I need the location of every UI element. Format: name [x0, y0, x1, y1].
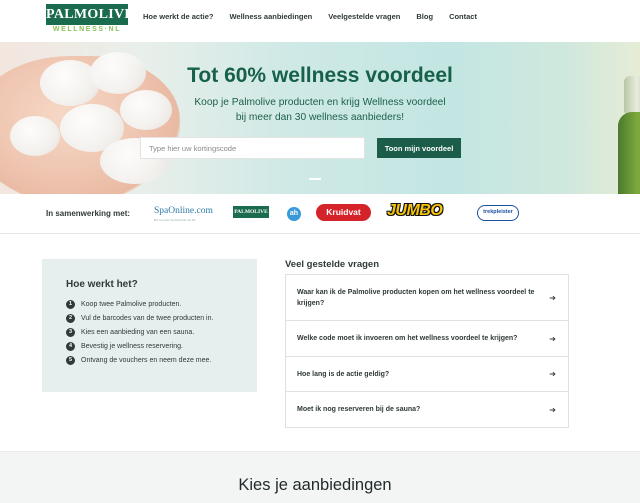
step-number: 5: [66, 355, 75, 365]
how-it-works-title: Hoe werkt het?: [66, 279, 138, 290]
faq-question: Hoe lang is de actie geldig?: [297, 370, 390, 378]
offers-title: Kies je aanbiedingen: [238, 476, 392, 494]
main-nav: Hoe werkt de actie? Wellness aanbiedinge…: [143, 12, 493, 21]
arrow-right-icon: ➔: [549, 369, 556, 379]
hero-subtitle: Koop je Palmolive producten en krijg Wel…: [160, 95, 480, 125]
hero-subtitle-line2: bij meer dan 30 wellness aanbieders!: [235, 112, 405, 123]
step-item: 4 Bevestig je wellness reservering.: [66, 339, 257, 353]
faq-question: Moet ik nog reserveren bij de sauna?: [297, 406, 421, 413]
hero-subtitle-line1: Koop je Palmolive producten en krijg Wel…: [194, 97, 446, 108]
step-text: Vul de barcodes van de twee producten in…: [81, 314, 214, 322]
foam-bubble: [90, 52, 146, 94]
discount-code-input[interactable]: [141, 138, 364, 158]
step-number: 2: [66, 313, 75, 323]
step-text: Koop twee Palmolive producten.: [81, 300, 182, 308]
arrow-right-icon: ➔: [549, 293, 556, 302]
step-item: 2 Vul de barcodes van de twee producten …: [66, 311, 257, 325]
how-it-works-panel: Hoe werkt het? 1 Koop twee Palmolive pro…: [42, 259, 257, 392]
foam-bubble: [10, 116, 60, 156]
nav-link-blog[interactable]: Blog: [416, 12, 433, 21]
step-text: Kies een aanbieding van een sauna.: [81, 328, 195, 336]
partners-label: In samenwerking met:: [46, 209, 131, 218]
jumbo-logo: JUMBO: [387, 202, 443, 219]
nav-link-contact[interactable]: Contact: [449, 12, 477, 21]
kruidvat-logo: Kruidvat: [316, 204, 371, 221]
faq-question: Welke code moet ik invoeren om het welln…: [297, 335, 518, 342]
step-item: 1 Koop twee Palmolive producten.: [66, 297, 257, 311]
offers-section: Kies je aanbiedingen: [0, 451, 640, 503]
partners-strip: In samenwerking met: SpaOnline.com Het G…: [0, 194, 640, 234]
step-item: 3 Kies een aanbieding van een sauna.: [66, 325, 257, 339]
hero-banner: Tot 60% wellness voordeel Koop je Palmol…: [0, 42, 640, 194]
step-item: 5 Ontvang de vouchers en neem deze mee.: [66, 353, 257, 367]
faq-item[interactable]: Hoe lang is de actie geldig? ➔: [286, 357, 568, 392]
arrow-right-icon: ➔: [549, 334, 556, 343]
nav-link-how[interactable]: Hoe werkt de actie?: [143, 12, 213, 21]
faq-item[interactable]: Moet ik nog reserveren bij de sauna? ➔: [286, 392, 568, 427]
logo-subtitle: WELLNESS·NL: [52, 26, 122, 33]
logo-wordmark: PALMOLIVE: [46, 4, 134, 25]
step-text: Ontvang de vouchers en neem deze mee.: [81, 356, 212, 364]
faq-item[interactable]: Welke code moet ik invoeren om het welln…: [286, 321, 568, 357]
hero-title: Tot 60% wellness voordeel: [187, 64, 453, 87]
palmolive-partner-logo: PALMOLIVE: [233, 206, 269, 218]
albert-heijn-logo: ah: [287, 207, 301, 221]
show-discount-button[interactable]: Toon mijn voordeel: [377, 138, 461, 158]
product-bottle-cap: [624, 76, 640, 116]
nav-link-faq[interactable]: Veelgestelde vragen: [328, 12, 400, 21]
spaonline-logo: SpaOnline.com Het Grootste Spa Platform …: [154, 206, 213, 222]
step-text: Bevestig je wellness reservering.: [81, 342, 183, 350]
arrow-right-icon: ➔: [549, 405, 556, 414]
step-number: 1: [66, 299, 75, 309]
step-number: 4: [66, 341, 75, 351]
palmolive-logo[interactable]: PALMOLIVE WELLNESS·NL: [46, 4, 134, 34]
product-bottle-image: [618, 112, 640, 194]
faq-title: Veel gestelde vragen: [285, 259, 379, 270]
spaonline-wordmark: SpaOnline.com: [154, 206, 213, 216]
faq-question: Waar kan ik de Palmolive producten kopen…: [297, 288, 535, 307]
faq-accordion: Waar kan ik de Palmolive producten kopen…: [285, 274, 569, 428]
faq-item[interactable]: Waar kan ik de Palmolive producten kopen…: [286, 275, 568, 321]
spaonline-tagline: Het Grootste Spa Platform van NL: [154, 218, 196, 222]
carousel-indicator[interactable]: [309, 178, 321, 180]
trekpleister-logo: trekpleister: [477, 205, 519, 221]
nav-link-offers[interactable]: Wellness aanbiedingen: [229, 12, 312, 21]
site-header: PALMOLIVE WELLNESS·NL Hoe werkt de actie…: [0, 0, 640, 42]
step-number: 3: [66, 327, 75, 337]
